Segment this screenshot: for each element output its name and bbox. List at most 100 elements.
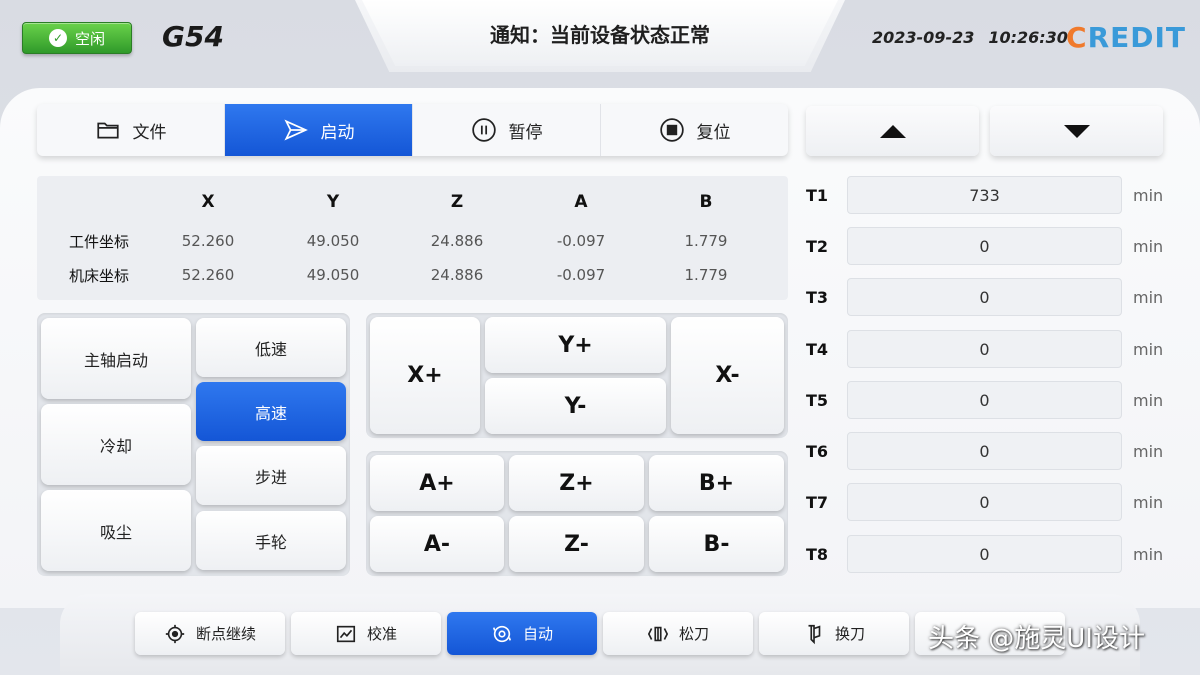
start-label: 启动 (320, 122, 355, 143)
tool-label: T1 (806, 186, 829, 205)
jog-z-minus-button[interactable]: Z- (509, 516, 644, 572)
main-toolbar: 文件 启动 暂停 复位 (37, 104, 788, 156)
axis-header-x: X (201, 192, 215, 212)
coolant-button[interactable]: 冷却 (41, 404, 191, 485)
jog-y-minus-button[interactable]: Y- (485, 378, 666, 434)
jog-b-plus-button[interactable]: B+ (649, 455, 784, 511)
tool-label: T4 (806, 340, 829, 359)
file-label: 文件 (132, 122, 167, 143)
status-text: 空闲 (74, 29, 105, 48)
jog-x-minus-button[interactable]: X- (671, 317, 784, 434)
date-text: 2023-09-23 (872, 28, 975, 47)
tool-unit: min (1133, 340, 1164, 359)
work-x: 52.260 (181, 232, 235, 250)
jog-y-plus-button[interactable]: Y+ (485, 317, 666, 373)
workpiece-coord-label: 工件坐标 (69, 233, 130, 251)
work-z: 24.886 (430, 232, 484, 250)
jog-z-plus-button[interactable]: Z+ (509, 455, 644, 511)
tool-unit: min (1133, 237, 1164, 256)
tool-time-field[interactable]: 733 (847, 176, 1122, 214)
work-y: 49.050 (306, 232, 360, 250)
tool-time-field[interactable]: 0 (847, 535, 1122, 573)
pause-button[interactable]: 暂停 (413, 104, 601, 156)
tool-unit: min (1133, 545, 1164, 564)
notice-text: 通知：当前设备状态正常 (362, 0, 838, 66)
file-button[interactable]: 文件 (37, 104, 225, 156)
axis-header-a: A (574, 192, 588, 212)
machine-coord-label: 机床坐标 (69, 267, 130, 285)
tool-unit: min (1133, 186, 1164, 205)
tool-label: T5 (806, 391, 829, 410)
release-tool-label: 松刀 (678, 625, 709, 643)
auto-button[interactable]: 自动 (447, 612, 597, 655)
coordinates-table: X Y Z A B 工件坐标 52.260 49.050 24.886 -0.0… (37, 176, 788, 300)
tool-time-field[interactable]: 0 (847, 483, 1122, 521)
jog-x-plus-button[interactable]: X+ (370, 317, 480, 434)
mach-x: 52.260 (181, 266, 235, 284)
jog-a-plus-button[interactable]: A+ (370, 455, 504, 511)
change-tool-label: 换刀 (834, 625, 865, 643)
stop-icon (659, 118, 684, 142)
dust-extraction-button[interactable]: 吸尘 (41, 490, 191, 571)
start-button[interactable]: 启动 (225, 104, 413, 156)
tool-label: T6 (806, 442, 829, 461)
tool-unit: min (1133, 391, 1164, 410)
jog-b-minus-button[interactable]: B- (649, 516, 784, 572)
low-speed-button[interactable]: 低速 (196, 318, 346, 377)
auto-label: 自动 (522, 625, 553, 643)
work-b: 1.779 (684, 232, 728, 250)
calibrate-button[interactable]: 校准 (291, 612, 441, 655)
change-tool-button[interactable]: 换刀 (759, 612, 909, 655)
chart-icon (336, 625, 356, 642)
axis-header-z: Z (450, 192, 464, 212)
change-tool-icon (808, 624, 821, 644)
logo-c: C (1066, 20, 1088, 54)
tool-time-field[interactable]: 0 (847, 330, 1122, 368)
arrow-up-icon (879, 124, 906, 138)
resume-label: 断点继续 (195, 625, 256, 643)
tool-time-field[interactable]: 0 (847, 227, 1122, 265)
calibrate-label: 校准 (366, 625, 397, 643)
tool-time-field[interactable]: 0 (847, 381, 1122, 419)
tool-label: T8 (806, 545, 829, 564)
tool-unit: min (1133, 493, 1164, 512)
tool-label: T3 (806, 288, 829, 307)
mach-a: -0.097 (556, 266, 606, 284)
folder-icon (96, 122, 119, 139)
coordinate-system: G54 (162, 20, 224, 53)
tool-time-field[interactable]: 0 (847, 278, 1122, 316)
send-icon (283, 119, 308, 141)
handwheel-button[interactable]: 手轮 (196, 511, 346, 570)
tool-time-field[interactable]: 0 (847, 432, 1122, 470)
axis-header-b: B (699, 192, 713, 212)
spindle-start-button[interactable]: 主轴启动 (41, 318, 191, 399)
resume-breakpoint-button[interactable]: 断点继续 (135, 612, 285, 655)
high-speed-button[interactable]: 高速 (196, 382, 346, 441)
check-icon: ✓ (48, 29, 67, 47)
mach-y: 49.050 (306, 266, 360, 284)
pause-label: 暂停 (508, 122, 543, 143)
release-tool-icon (647, 626, 669, 641)
header-bar: ✓ 空闲 G54 通知：当前设备状态正常 2023-09-23 10:26:30… (0, 0, 1200, 80)
mach-z: 24.886 (430, 266, 484, 284)
mach-b: 1.779 (684, 266, 728, 284)
work-a: -0.097 (556, 232, 606, 250)
scroll-up-button[interactable] (806, 106, 979, 156)
watermark-text: 头条 @施灵UI设计 (928, 624, 1145, 654)
logo-rest: REDIT (1087, 20, 1187, 54)
scroll-down-button[interactable] (990, 106, 1163, 156)
step-button[interactable]: 步进 (196, 446, 346, 505)
status-badge: ✓ 空闲 (22, 22, 132, 54)
time-text: 10:26:30 (988, 28, 1068, 47)
tool-unit: min (1133, 288, 1164, 307)
brand-logo: C REDIT (1066, 14, 1187, 60)
reset-button[interactable]: 复位 (601, 104, 788, 156)
jog-a-minus-button[interactable]: A- (370, 516, 504, 572)
arrow-down-icon (1063, 124, 1090, 138)
auto-icon (492, 625, 512, 642)
axis-header-y: Y (326, 192, 340, 212)
reset-label: 复位 (696, 122, 731, 143)
pause-icon (471, 118, 496, 142)
release-tool-button[interactable]: 松刀 (603, 612, 753, 655)
target-icon (165, 624, 185, 643)
